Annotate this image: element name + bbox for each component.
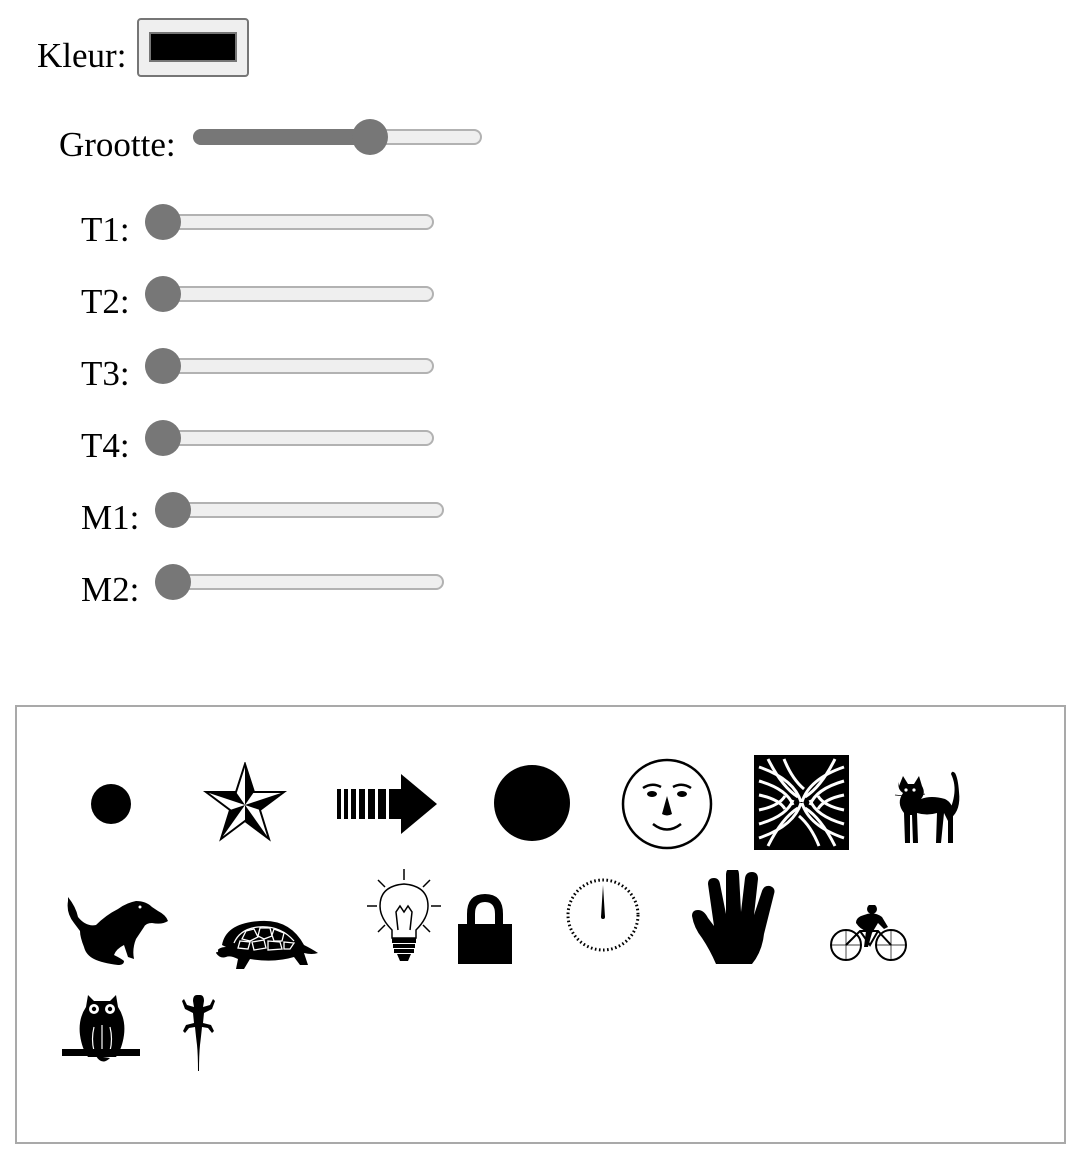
- t4-slider-thumb[interactable]: [145, 420, 181, 456]
- moon-face-icon[interactable]: [619, 758, 715, 850]
- nautical-star-icon[interactable]: [203, 762, 287, 842]
- t1-slider-track: [145, 214, 434, 230]
- striped-arrow-icon[interactable]: [335, 773, 439, 835]
- t3-slider-track: [145, 358, 434, 374]
- padlock-icon[interactable]: [457, 892, 513, 965]
- m1-label: M1:: [81, 498, 140, 537]
- cyclist-icon[interactable]: [830, 905, 908, 963]
- t2-slider[interactable]: [145, 274, 434, 314]
- t1-slider[interactable]: [145, 202, 434, 242]
- m1-slider-thumb[interactable]: [155, 492, 191, 528]
- size-label: Grootte:: [59, 125, 176, 164]
- psychedelic-pattern-icon[interactable]: [754, 755, 849, 850]
- t4-slider[interactable]: [145, 418, 434, 458]
- size-slider-fill: [193, 129, 371, 145]
- owl-icon[interactable]: [62, 993, 142, 1069]
- t1-label: T1:: [81, 210, 130, 249]
- color-swatch: [149, 32, 237, 62]
- t2-slider-track: [145, 286, 434, 302]
- t4-label: T4:: [81, 426, 130, 465]
- clock-dial-icon[interactable]: [565, 877, 641, 953]
- dog-icon[interactable]: [64, 895, 170, 969]
- m1-slider[interactable]: [155, 490, 444, 530]
- t2-label: T2:: [81, 282, 130, 321]
- t4-slider-track: [145, 430, 434, 446]
- m2-label: M2:: [81, 570, 140, 609]
- lizard-icon[interactable]: [182, 993, 218, 1073]
- size-slider-thumb[interactable]: [352, 119, 389, 155]
- light-bulb-icon[interactable]: [366, 868, 442, 964]
- size-slider[interactable]: [193, 117, 482, 157]
- t3-label: T3:: [81, 354, 130, 393]
- t3-slider[interactable]: [145, 346, 434, 386]
- dot-icon[interactable]: [90, 783, 132, 825]
- color-label: Kleur:: [37, 36, 127, 75]
- tortoise-icon[interactable]: [210, 915, 318, 973]
- m1-slider-track: [155, 502, 444, 518]
- color-picker-button[interactable]: [137, 18, 249, 77]
- m2-slider[interactable]: [155, 562, 444, 602]
- t1-slider-thumb[interactable]: [145, 204, 181, 240]
- filled-circle-icon[interactable]: [493, 764, 571, 842]
- hand-icon[interactable]: [692, 870, 778, 965]
- t2-slider-thumb[interactable]: [145, 276, 181, 312]
- t3-slider-thumb[interactable]: [145, 348, 181, 384]
- cat-icon[interactable]: [893, 770, 965, 850]
- m2-slider-track: [155, 574, 444, 590]
- shape-gallery: [15, 705, 1066, 1144]
- m2-slider-thumb[interactable]: [155, 564, 191, 600]
